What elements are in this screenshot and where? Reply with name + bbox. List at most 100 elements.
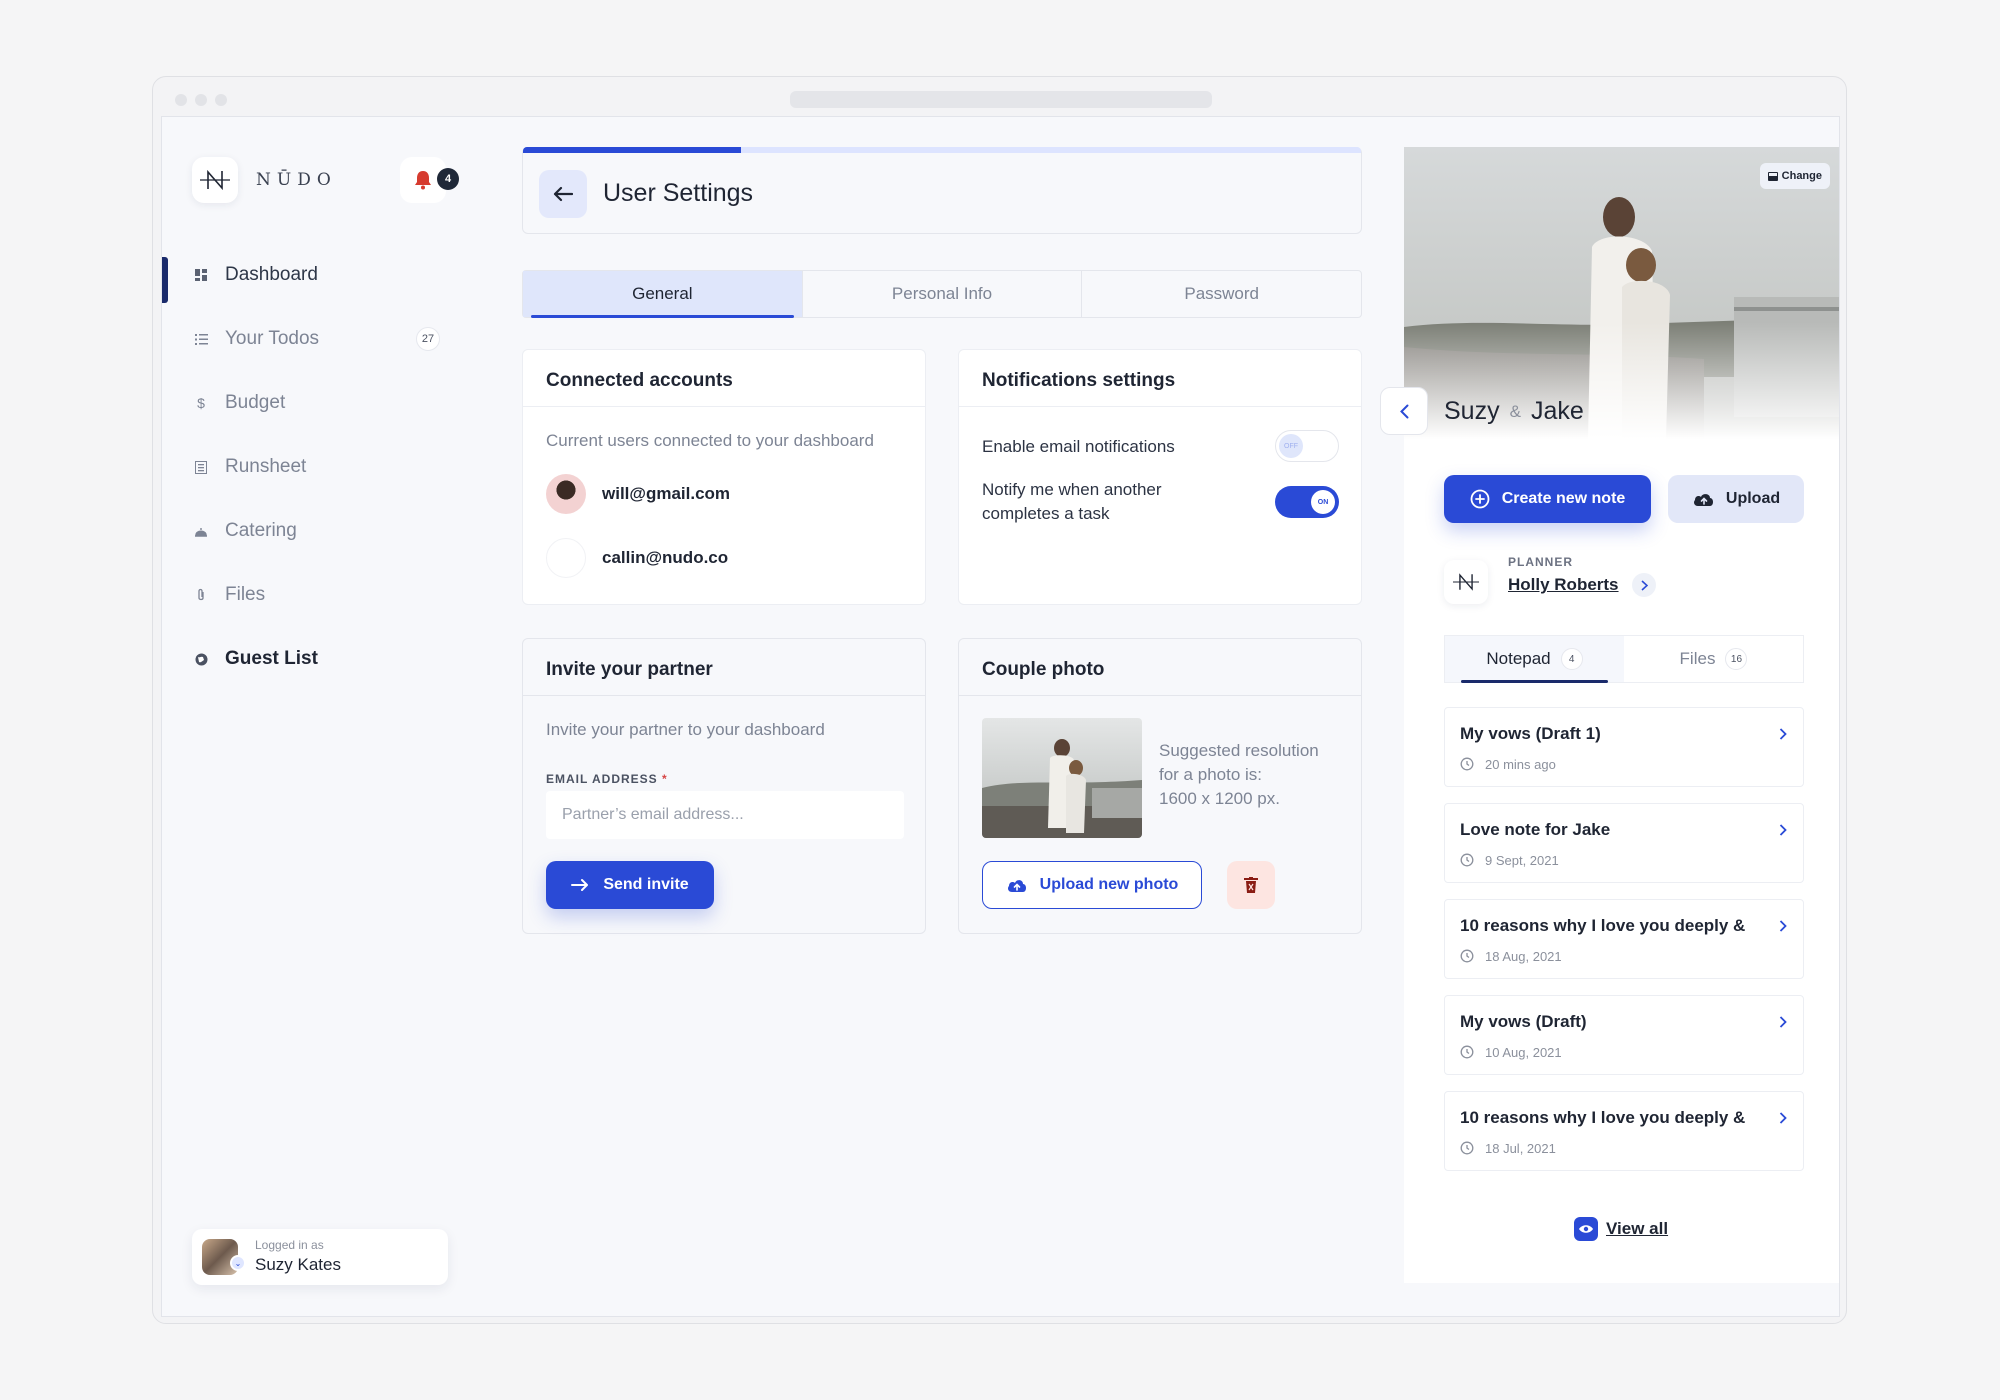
account-avatar [546,538,586,578]
task-notifications-toggle[interactable]: ON [1275,486,1339,518]
planner-logo [1444,560,1488,604]
chevron-left-icon [1399,404,1408,418]
clock-icon [1460,1141,1474,1155]
divider [523,406,925,407]
tab-password[interactable]: Password [1082,271,1361,317]
create-new-note-button[interactable]: Create new note [1444,475,1651,523]
note-date: 18 Aug, 2021 [1485,949,1562,964]
settings-tabs: General Personal Info Password [522,270,1362,318]
chevron-right-icon [1779,1016,1787,1028]
note-title: Love note for Jake [1460,820,1611,839]
hero-image [1404,147,1839,439]
window-dot [215,94,227,106]
card-title: Connected accounts [546,370,733,391]
divider [959,406,1361,407]
chevron-right-icon [1779,1112,1787,1124]
field-label-text: EMAIL ADDRESS [546,772,658,786]
sidebar-item-guest-list[interactable]: Guest List [162,627,492,691]
photo-resolution-hint: Suggested resolution for a photo is: 160… [1159,739,1319,811]
link-label: View all [1606,1219,1669,1238]
tab-personal-info[interactable]: Personal Info [803,271,1083,317]
dollar-icon: $ [197,395,205,411]
upload-new-photo-button[interactable]: Upload new photo [982,861,1202,909]
account-email: will@gmail.com [602,484,731,503]
collapse-panel-button[interactable] [1380,387,1428,435]
eye-icon [1574,1217,1598,1241]
partner-name: Jake [1530,397,1584,425]
sidebar-item-todos[interactable]: Your Todos 27 [162,307,492,371]
change-photo-button[interactable]: Change [1759,163,1830,189]
couple-panel: Change Suzy & Jake Create new note Uploa… [1404,147,1839,1283]
sidebar-item-label: Dashboard [225,264,318,285]
planner-name-link[interactable]: Holly Roberts [1508,575,1619,595]
brand-logo[interactable] [192,157,238,203]
partner-email-input[interactable] [546,791,904,839]
planner-chevron-button[interactable] [1632,573,1656,597]
note-title: My vows (Draft 1) [1460,724,1601,743]
arrow-right-icon [571,879,589,891]
chevron-right-icon [1640,579,1648,591]
tab-label: Files [1679,649,1716,668]
button-label: Upload new photo [1039,876,1179,893]
divider [523,695,925,696]
note-item[interactable]: My vows (Draft) 10 Aug, 2021 [1444,995,1804,1075]
chevron-right-icon [1779,824,1787,836]
url-bar[interactable] [790,91,1212,108]
account-row: will@gmail.com [546,474,730,514]
chevron-right-icon [1779,920,1787,932]
couple-photo-card: Couple photo Suggested resolution for a [958,638,1362,934]
couple-hero-photo: Change [1404,147,1839,439]
sidebar-item-dashboard[interactable]: Dashboard [162,243,492,307]
sidebar-nav: Dashboard Your Todos 27 $ Budget Runshee… [162,243,492,691]
tab-general[interactable]: General [523,271,803,318]
sidebar-item-runsheet[interactable]: Runsheet [162,435,492,499]
tab-label: Notepad [1486,649,1551,668]
back-button[interactable] [539,170,587,218]
app-container: NŪDO 4 Dashboard Your Todos 27 $ Budget [161,116,1840,1317]
logged-in-user[interactable]: ⌄ Logged in as Suzy Kates [192,1229,448,1285]
send-invite-button[interactable]: Send invite [546,861,714,909]
note-date: 18 Jul, 2021 [1485,1141,1556,1156]
list-icon [194,332,208,346]
button-label: Change [1781,170,1822,182]
sidebar-item-label: Runsheet [225,456,307,477]
account-avatar [546,474,586,514]
note-item[interactable]: My vows (Draft 1) 20 mins ago [1444,707,1804,787]
planner-label: PLANNER [1508,555,1574,569]
chevron-right-icon [1779,728,1787,740]
paperclip-icon [194,588,208,602]
note-item[interactable]: 10 reasons why I love you deeply & 18 Au… [1444,899,1804,979]
hint-line: Suggested resolution [1159,741,1319,760]
view-all-link[interactable]: View all [1574,1217,1668,1241]
card-title: Notifications settings [982,370,1176,391]
note-date: 9 Sept, 2021 [1485,853,1559,868]
toggle-knob: OFF [1279,434,1303,458]
couple-photo-image [982,718,1142,838]
upload-button[interactable]: Upload [1668,475,1804,523]
tab-notepad[interactable]: Notepad 4 [1445,636,1624,683]
sidebar-item-label: Files [225,584,266,605]
note-item[interactable]: Love note for Jake 9 Sept, 2021 [1444,803,1804,883]
account-email: callin@nudo.co [602,548,729,567]
card-title: Invite your partner [546,659,713,680]
email-notifications-toggle[interactable]: OFF [1275,430,1339,462]
note-item[interactable]: 10 reasons why I love you deeply & 18 Ju… [1444,1091,1804,1171]
required-mark: * [662,772,668,786]
task-notifications-label: Notify me when another completes a task [982,478,1162,526]
clock-icon [1460,1045,1474,1059]
tab-count: 16 [1725,648,1748,670]
invite-partner-card: Invite your partner Invite your partner … [522,638,926,934]
tab-files[interactable]: Files 16 [1624,636,1803,682]
clock-icon [1460,757,1474,771]
runsheet-icon [194,460,208,474]
sidebar-item-budget[interactable]: $ Budget [162,371,492,435]
cloud-upload-icon [1693,494,1713,506]
trash-icon [1244,877,1258,893]
delete-photo-button[interactable] [1227,861,1275,909]
sidebar-item-files[interactable]: Files [162,563,492,627]
logged-in-name: Suzy Kates [255,1255,341,1274]
couple-names: Suzy & Jake [1444,397,1584,426]
cloud-upload-icon [1007,880,1026,892]
sidebar-item-catering[interactable]: Catering [162,499,492,563]
clock-icon [1460,949,1474,963]
